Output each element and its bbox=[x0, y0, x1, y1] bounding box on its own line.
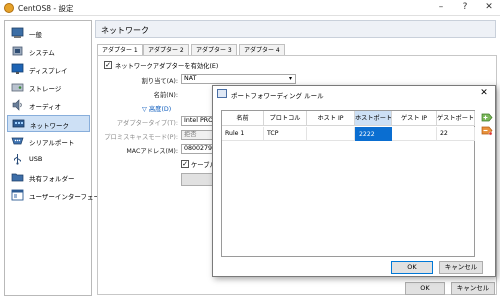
column-header-guest-ip[interactable]: ゲスト IP bbox=[392, 111, 437, 126]
window-close-button[interactable]: ✕ bbox=[480, 1, 498, 14]
sidebar-item-network[interactable]: ネットワーク bbox=[7, 115, 90, 132]
dialog-titlebar: ポートフォワーディング ルール ✕ bbox=[213, 86, 495, 102]
settings-ok-button[interactable]: OK bbox=[405, 282, 445, 295]
guest-ip-cell[interactable] bbox=[392, 127, 437, 141]
system-icon bbox=[12, 46, 23, 56]
rule-name-cell[interactable]: Rule 1 bbox=[222, 127, 264, 141]
dialog-window-icon bbox=[217, 89, 227, 98]
display-icon bbox=[11, 63, 24, 74]
sidebar-item-shared-folder[interactable]: 共有フォルダー bbox=[7, 169, 90, 186]
sidebar-item-display[interactable]: ディスプレイ bbox=[7, 61, 90, 78]
sidebar-item-storage[interactable]: ストレージ bbox=[7, 79, 90, 96]
enable-adapter-checkbox[interactable]: ✓ bbox=[104, 61, 112, 69]
sidebar-item-system[interactable]: システム bbox=[7, 43, 90, 60]
chevron-down-icon: ▾ bbox=[288, 75, 292, 82]
sidebar-item-label: 一般 bbox=[29, 31, 42, 39]
host-ip-cell[interactable] bbox=[307, 127, 355, 141]
adapter-type-label: アダプタータイプ(T): bbox=[116, 120, 178, 127]
sidebar-item-general[interactable]: 一般 bbox=[7, 25, 90, 42]
sidebar-item-label: オーディオ bbox=[29, 103, 62, 111]
sidebar-item-label: USB bbox=[29, 155, 43, 163]
settings-cancel-button[interactable]: キャンセル bbox=[451, 282, 495, 295]
guest-port-cell[interactable]: 22 bbox=[437, 127, 475, 141]
sidebar-item-serial-port[interactable]: シリアルポート bbox=[7, 133, 90, 150]
cable-connected-checkbox[interactable]: ✓ bbox=[181, 160, 189, 168]
add-rule-icon[interactable] bbox=[481, 112, 493, 123]
help-button[interactable]: ? bbox=[456, 1, 474, 14]
column-header-host-port[interactable]: ホストポート bbox=[355, 111, 392, 126]
section-header: ネットワーク bbox=[95, 20, 496, 38]
enable-adapter-label: ネットワークアダプターを有効化(E) bbox=[115, 63, 219, 70]
port-forwarding-table: 名前 プロトコル ホスト IP ホストポート ゲスト IP ゲストポート Rul… bbox=[221, 110, 475, 257]
window-titlebar: CentOS8 - 設定 – ? ✕ bbox=[0, 0, 500, 16]
usb-icon bbox=[14, 154, 21, 165]
attached-to-label: 割り当て(A): bbox=[141, 78, 178, 85]
settings-sidebar: 一般 システム ディスプレイ ストレージ オーディオ ネットワーク シリアルポー… bbox=[4, 20, 106, 296]
sidebar-item-label: シリアルポート bbox=[29, 139, 75, 147]
dialog-cancel-button[interactable]: キャンセル bbox=[439, 261, 483, 274]
sidebar-item-user-interface[interactable]: ユーザーインターフェース bbox=[7, 187, 106, 204]
sidebar-item-label: ストレージ bbox=[29, 85, 62, 93]
serial-port-icon bbox=[11, 137, 24, 145]
advanced-toggle[interactable]: ▽ 高度(D) bbox=[142, 104, 171, 113]
column-header-name[interactable]: 名前 bbox=[222, 111, 264, 126]
host-port-cell[interactable]: 2222 bbox=[355, 127, 392, 141]
remove-rule-icon[interactable] bbox=[481, 125, 493, 136]
virtualbox-app-icon bbox=[4, 3, 14, 13]
page-title: ネットワーク bbox=[101, 26, 149, 35]
column-header-host-ip[interactable]: ホスト IP bbox=[307, 111, 355, 126]
audio-icon bbox=[12, 99, 22, 111]
column-header-guest-port[interactable]: ゲストポート bbox=[437, 111, 475, 126]
port-forwarding-dialog: ポートフォワーディング ルール ✕ 名前 プロトコル ホスト IP ホストポート… bbox=[212, 85, 496, 277]
user-interface-icon bbox=[11, 189, 24, 201]
sidebar-item-label: 共有フォルダー bbox=[29, 175, 75, 183]
sidebar-item-label: ネットワーク bbox=[30, 122, 69, 130]
promiscuous-mode-label: プロミスキャスモード(P): bbox=[104, 134, 178, 141]
sidebar-item-label: システム bbox=[29, 49, 55, 57]
mac-address-label: MACアドレス(M): bbox=[126, 148, 178, 155]
column-header-protocol[interactable]: プロトコル bbox=[264, 111, 307, 126]
sidebar-item-audio[interactable]: オーディオ bbox=[7, 97, 90, 114]
dialog-close-button[interactable]: ✕ bbox=[477, 87, 491, 100]
attached-to-select[interactable]: NAT ▾ bbox=[181, 74, 296, 84]
expand-triangle-icon: ▽ bbox=[142, 106, 147, 113]
window-title: CentOS8 - 設定 bbox=[18, 4, 74, 13]
storage-icon bbox=[11, 83, 24, 92]
minimize-button[interactable]: – bbox=[432, 1, 450, 14]
advanced-label: 高度(D) bbox=[148, 106, 172, 113]
general-icon bbox=[11, 27, 24, 38]
dialog-title: ポートフォワーディング ルール bbox=[231, 92, 324, 100]
protocol-cell[interactable]: TCP bbox=[264, 127, 307, 141]
sidebar-item-usb[interactable]: USB bbox=[7, 151, 90, 168]
shared-folder-icon bbox=[11, 173, 24, 182]
attached-to-value: NAT bbox=[184, 75, 197, 82]
name-label: 名前(N): bbox=[153, 92, 178, 99]
network-icon bbox=[12, 119, 25, 128]
sidebar-item-label: ディスプレイ bbox=[29, 67, 68, 75]
dialog-ok-button[interactable]: OK bbox=[391, 261, 433, 274]
